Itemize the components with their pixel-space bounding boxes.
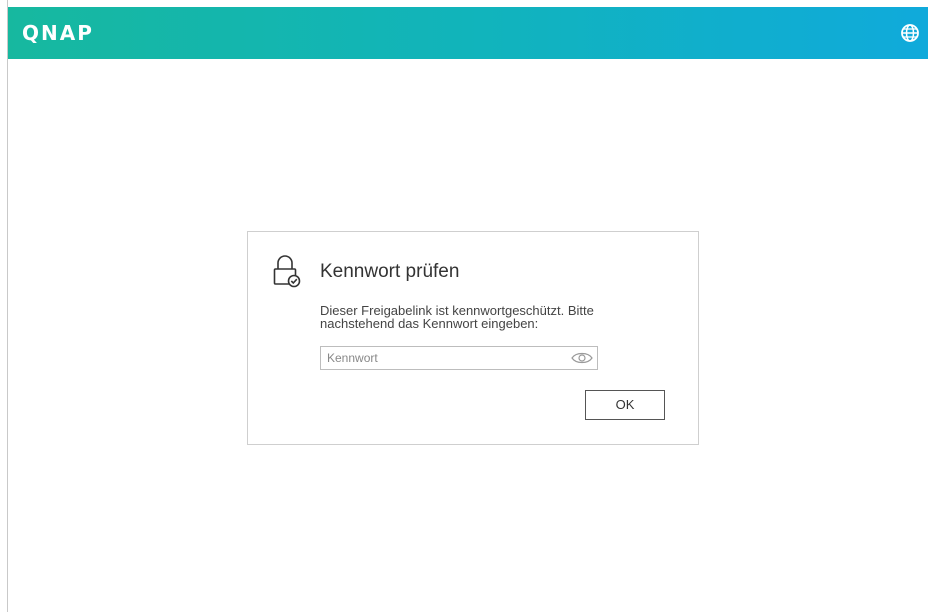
dialog-title: Kennwort prüfen [320,261,460,282]
message-line-2: nachstehend das Kennwort eingeben: [320,316,539,331]
page: QNAP Kennwort prüfen Dieser Freigabelink… [0,0,928,612]
lock-check-icon [273,255,301,288]
eye-icon[interactable] [571,351,593,365]
ok-button[interactable]: OK [585,390,665,420]
password-dialog: Kennwort prüfen Dieser Freigabelink ist … [247,231,699,445]
window-border [7,0,8,612]
qnap-logo: QNAP [22,21,94,45]
top-bar: QNAP [8,7,928,59]
password-field [320,346,598,370]
password-input[interactable] [327,349,567,367]
globe-icon[interactable] [900,23,920,43]
dialog-message: Dieser Freigabelink ist kennwortgeschütz… [320,304,670,330]
